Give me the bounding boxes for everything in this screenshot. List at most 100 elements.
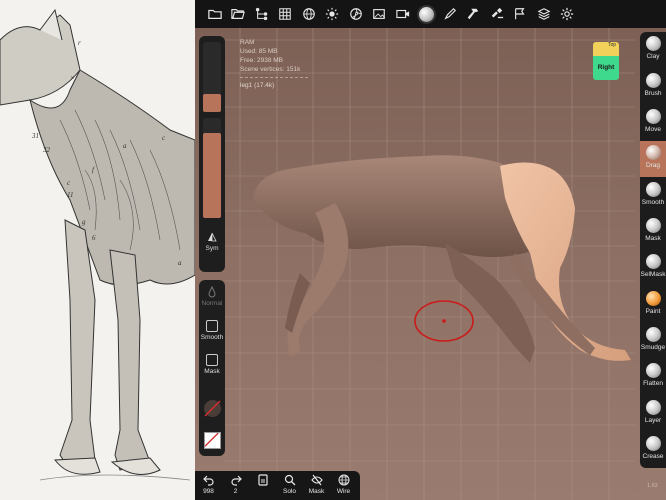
tool-label: Paint: [645, 308, 661, 315]
wireframe-button[interactable]: Wire: [330, 471, 357, 500]
brush-radius-slider[interactable]: [203, 42, 221, 112]
svg-text:32: 32: [42, 146, 51, 154]
tool-label: Drag: [645, 162, 661, 169]
smooth-label: Smooth: [200, 334, 224, 341]
svg-text:a: a: [123, 142, 127, 150]
smudge-icon: [645, 327, 661, 342]
undo-count: 998: [203, 488, 214, 495]
solo-label: Solo: [282, 488, 296, 495]
smooth-icon: [645, 182, 661, 197]
selected-mesh: leg1 (17.4k): [240, 82, 275, 89]
mask-visibility-button[interactable]: Mask: [303, 471, 330, 500]
ram-free: Free: 2938 MB: [240, 57, 283, 64]
mask-visibility-label: Mask: [308, 488, 325, 495]
tool-layer[interactable]: Layer: [640, 396, 666, 432]
svg-text:31: 31: [31, 132, 39, 140]
hammer-icon[interactable]: [462, 0, 486, 28]
color-swatch[interactable]: [204, 400, 221, 417]
globe-icon[interactable]: [297, 0, 321, 28]
selmask-icon: [645, 254, 661, 269]
tool-brush[interactable]: Brush: [640, 69, 666, 105]
brush-radius-fill: [203, 94, 221, 112]
mask-toggle[interactable]: Mask: [199, 354, 225, 375]
tool-move[interactable]: Move: [640, 105, 666, 141]
ram-used: Used: 85 MB: [240, 48, 278, 55]
tool-drag[interactable]: Drag: [640, 141, 666, 177]
flag-icon[interactable]: [509, 0, 533, 28]
clay-icon: [645, 36, 661, 51]
smooth-toggle[interactable]: Smooth: [199, 320, 225, 341]
ram-label: RAM: [240, 39, 255, 46]
solo-button[interactable]: Solo: [276, 471, 303, 500]
symmetry-icon: [208, 232, 217, 242]
folder-open-icon[interactable]: [227, 0, 251, 28]
tool-clay[interactable]: Clay: [640, 32, 666, 68]
undo-icon: [202, 475, 214, 486]
orientation-cube[interactable]: Top Right: [593, 42, 619, 80]
material-swatch[interactable]: [204, 432, 221, 449]
brush-intensity-slider[interactable]: [203, 118, 221, 218]
symmetry-label: Sym: [205, 245, 219, 252]
wireframe-label: Wire: [336, 488, 351, 495]
brush-cursor-dot: [442, 319, 446, 323]
gavel-icon[interactable]: [485, 0, 509, 28]
tool-label: Smudge: [640, 344, 666, 351]
tool-label: Move: [645, 126, 661, 133]
scene-vertices: Scene vertices: 151k: [240, 66, 301, 73]
svg-text:a: a: [178, 259, 182, 267]
video-icon[interactable]: [391, 0, 415, 28]
sculpt-tools-panel: Clay Brush Move Drag Smooth Mask SelMask…: [640, 32, 666, 468]
drag-icon: [645, 145, 661, 160]
tool-label: Smooth: [641, 199, 665, 206]
tool-paint[interactable]: Paint: [640, 287, 666, 323]
brush-pen-icon[interactable]: [438, 0, 462, 28]
mask-label: Mask: [204, 368, 220, 375]
bottom-toolbar: 998 2 Solo Mask Wire: [195, 471, 360, 500]
nomad-sculpt-app: RAM Used: 85 MB Free: 2938 MB Scene vert…: [195, 0, 666, 500]
mask-box-icon: [206, 354, 218, 366]
tool-smudge[interactable]: Smudge: [640, 323, 666, 359]
scene-tree-icon[interactable]: [250, 0, 274, 28]
symmetry-toggle[interactable]: Sym: [199, 232, 225, 252]
paint-icon: [645, 291, 661, 306]
crease-icon: [645, 436, 661, 451]
folder-icon[interactable]: [203, 0, 227, 28]
cube-right-face[interactable]: Right: [593, 56, 619, 80]
eye-slash-icon: [310, 474, 323, 486]
3d-viewport[interactable]: RAM Used: 85 MB Free: 2938 MB Scene vert…: [195, 28, 666, 500]
svg-text:×: ×: [70, 74, 75, 82]
tool-label: Crease: [642, 453, 664, 460]
menu-button[interactable]: [249, 471, 276, 500]
reference-image-anatomy-dog: r × 31 32 a c f c 11 g6a: [0, 0, 195, 500]
menu-icon: [257, 474, 268, 486]
tool-label: SelMask: [640, 271, 666, 278]
redo-button[interactable]: 2: [222, 471, 249, 500]
droplet-icon: [208, 286, 216, 298]
tool-flatten[interactable]: Flatten: [640, 359, 666, 395]
redo-count: 2: [233, 488, 238, 495]
light-sun-icon[interactable]: [321, 0, 345, 28]
normal-label: Normal: [201, 300, 223, 307]
version-label: 1.63: [647, 483, 658, 489]
material-ball-icon[interactable]: [415, 0, 439, 28]
tool-mask[interactable]: Mask: [640, 214, 666, 250]
tool-selmask[interactable]: SelMask: [640, 250, 666, 286]
tool-crease[interactable]: Crease: [640, 432, 666, 468]
normal-toggle[interactable]: Normal: [199, 286, 225, 307]
layers-icon[interactable]: [532, 0, 556, 28]
tool-label: Mask: [645, 235, 661, 242]
tool-label: Clay: [646, 53, 660, 60]
cube-top-face[interactable]: Top: [593, 42, 619, 56]
undo-button[interactable]: 998: [195, 471, 222, 500]
redo-icon: [230, 475, 242, 486]
image-icon[interactable]: [368, 0, 392, 28]
sculpt-scene[interactable]: [195, 28, 666, 500]
camera-shutter-icon[interactable]: [344, 0, 368, 28]
settings-gear-icon[interactable]: [556, 0, 580, 28]
tool-label: Layer: [644, 417, 662, 424]
scene-stats: RAM Used: 85 MB Free: 2938 MB Scene vert…: [240, 38, 308, 90]
grid-icon[interactable]: [274, 0, 298, 28]
layer-icon: [645, 400, 661, 415]
tool-smooth[interactable]: Smooth: [640, 178, 666, 214]
brush-icon: [645, 73, 661, 88]
